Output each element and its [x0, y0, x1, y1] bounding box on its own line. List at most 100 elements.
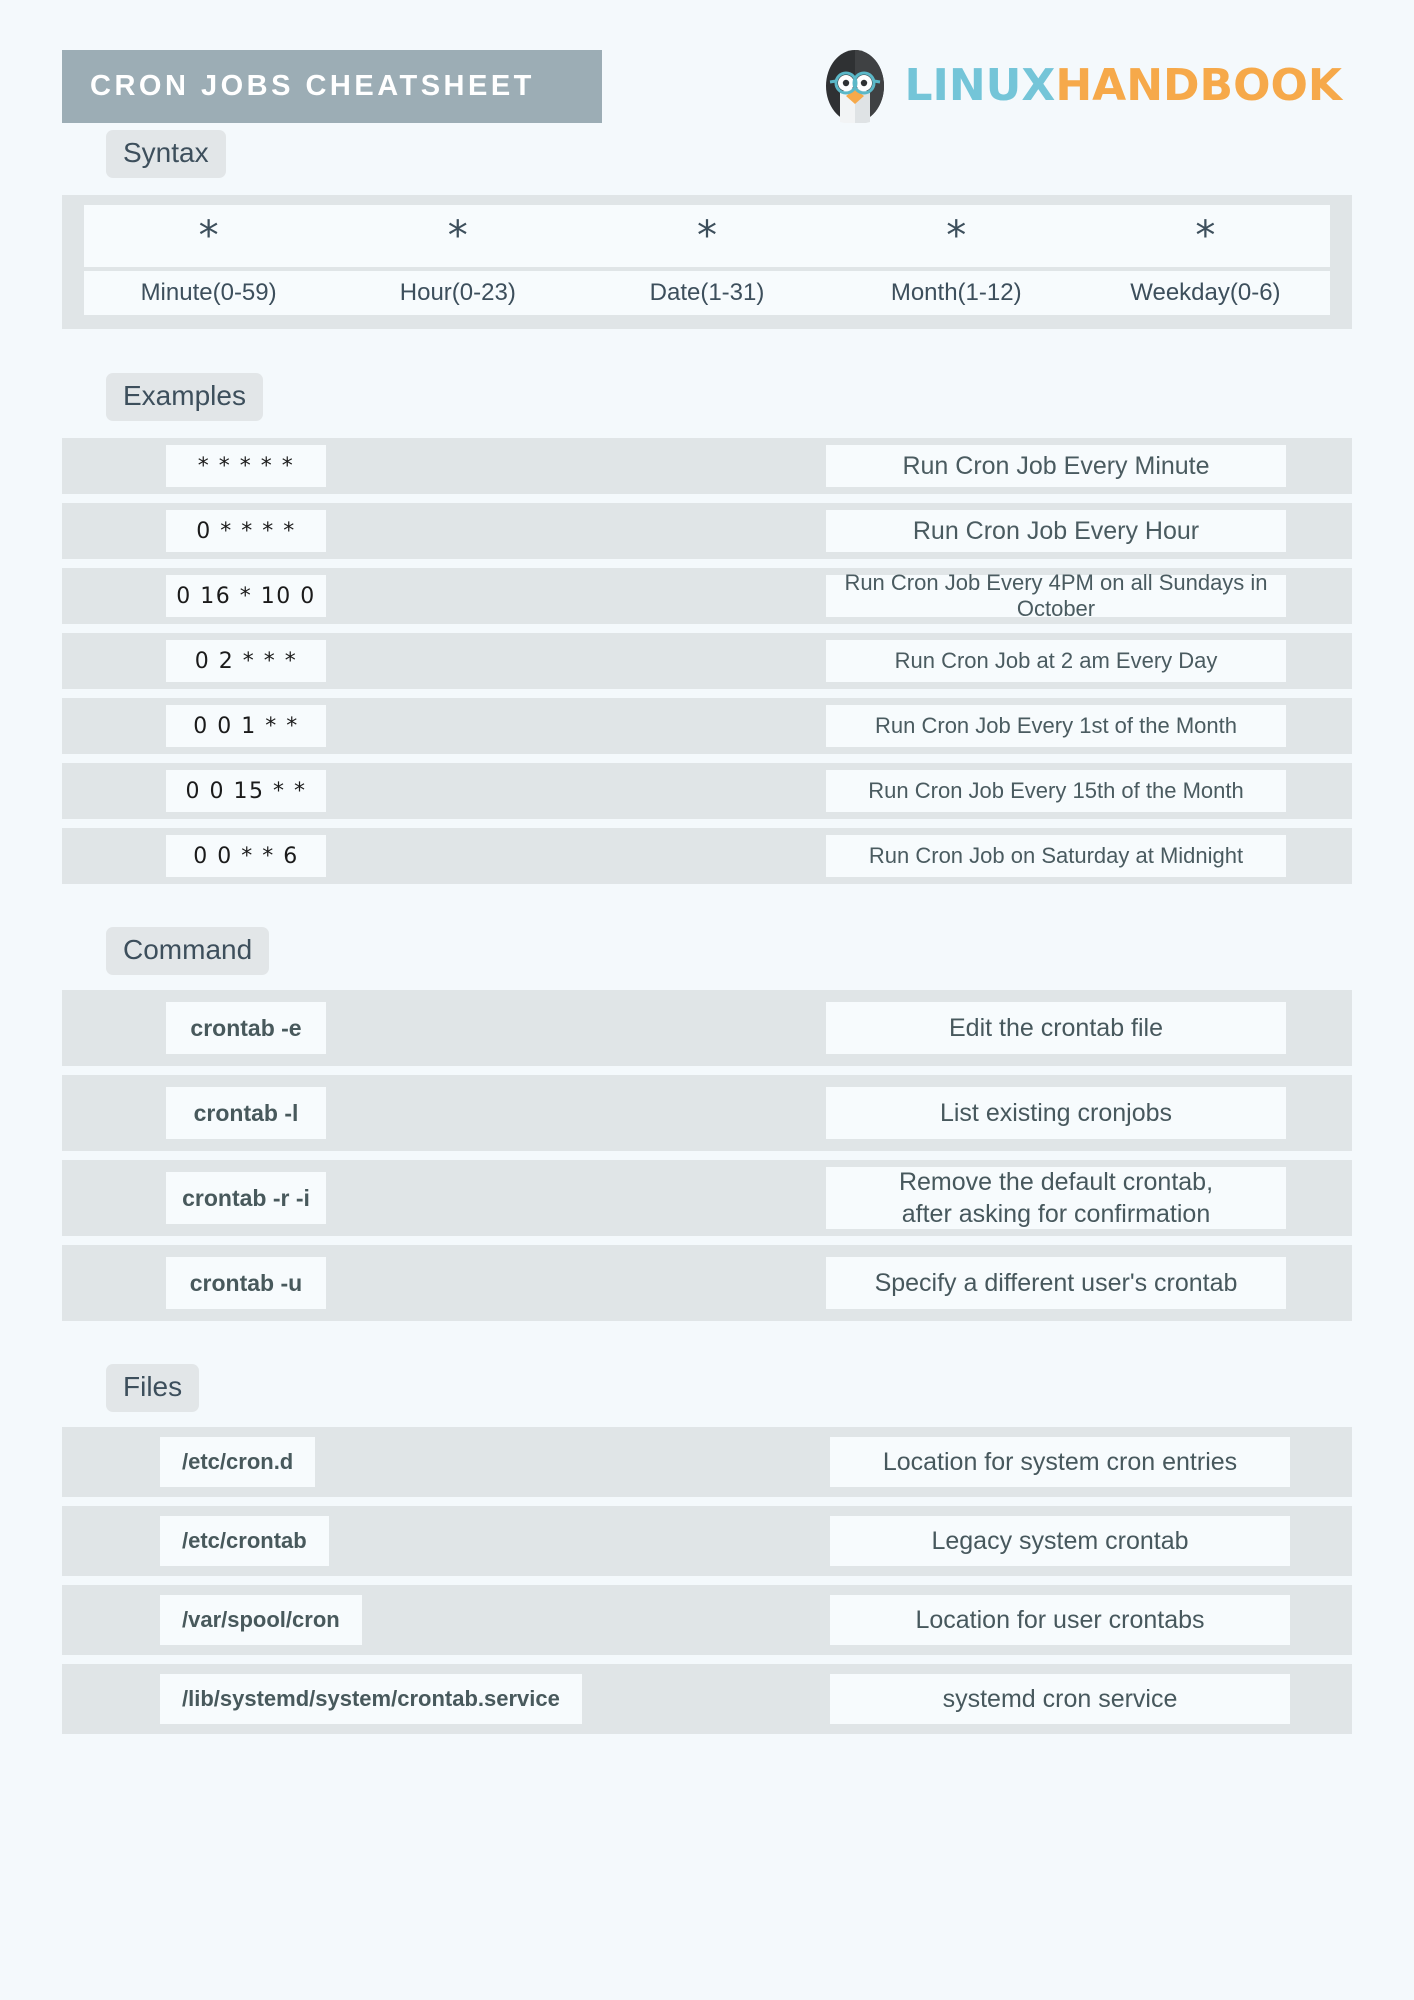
command-code: crontab -l	[193, 1099, 299, 1126]
section-label-command: Command	[106, 927, 270, 975]
table-row: /var/spool/cron Location for user crontab…	[62, 1585, 1352, 1655]
syntax-field-label-3: Month(1-12)	[832, 279, 1081, 307]
brand-linux-text: LINUX	[904, 60, 1056, 111]
command-code: crontab -e	[190, 1014, 302, 1041]
command-code-cell: crontab -l	[166, 1087, 326, 1139]
asterisk-icon: *	[697, 213, 717, 259]
syntax-label-text: Month(1-12)	[890, 279, 1022, 306]
example-code: 0 0 * * 6	[193, 843, 299, 869]
table-row: /etc/crontab Legacy system crontab	[62, 1506, 1352, 1576]
file-description-cell: Location for user crontabs	[830, 1595, 1290, 1645]
example-code-cell: 0 0 15 * *	[166, 770, 326, 812]
cheatsheet-page: CRON JOBS CHEATSHEET LINUXHANDBOOK Synta…	[0, 0, 1414, 2000]
command-description-cell: Edit the crontab file	[826, 1002, 1286, 1054]
command-code-cell: crontab -e	[166, 1002, 326, 1054]
asterisk-icon: *	[198, 213, 219, 259]
section-label-files: Files	[106, 1364, 200, 1412]
table-row: * * * * * Run Cron Job Every Minute	[62, 438, 1352, 494]
syntax-star-2: *	[582, 216, 831, 256]
syntax-label-text: Hour(0-23)	[399, 279, 516, 306]
examples-table: * * * * * Run Cron Job Every Minute 0 * * …	[62, 438, 1352, 884]
syntax-star-0: *	[84, 216, 333, 256]
syntax-labels-row: Minute(0-59) Hour(0-23) Date(1-31) Month(1-…	[84, 271, 1330, 315]
syntax-label-text: Minute(0-59)	[140, 279, 277, 306]
file-description: Legacy system crontab	[931, 1526, 1189, 1555]
syntax-field-label-2: Date(1-31)	[582, 279, 831, 307]
example-code: 0 2 * * *	[194, 648, 298, 674]
example-description-cell: Run Cron Job on Saturday at Midnight	[826, 835, 1286, 877]
example-description-cell: Run Cron Job Every 1st of the Month	[826, 705, 1286, 747]
syntax-star-3: *	[832, 216, 1081, 256]
brand-wordmark: LINUXHANDBOOK	[904, 64, 1342, 108]
command-code-cell: crontab -u	[166, 1257, 326, 1309]
example-code: 0 16 * 10 0	[176, 583, 316, 609]
example-description: Run Cron Job Every Minute	[902, 451, 1210, 480]
example-code: * * * * *	[197, 453, 295, 479]
syntax-field-label-0: Minute(0-59)	[84, 279, 333, 307]
command-description-cell: Specify a different user's crontab	[826, 1257, 1286, 1309]
file-path: /etc/crontab	[182, 1528, 307, 1553]
syntax-label-text: Weekday(0-6)	[1130, 279, 1281, 306]
example-code-cell: * * * * *	[166, 445, 326, 487]
command-description: Specify a different user's crontab	[874, 1268, 1238, 1297]
command-description-cell: Remove the default crontab, after asking …	[826, 1167, 1286, 1229]
table-row: crontab -u Specify a different user's cro…	[62, 1245, 1352, 1321]
page-header: CRON JOBS CHEATSHEET LINUXHANDBOOK	[0, 0, 1414, 130]
file-description-cell: Location for system cron entries	[830, 1437, 1290, 1487]
example-description: Run Cron Job at 2 am Every Day	[894, 648, 1218, 673]
file-description: systemd cron service	[942, 1684, 1178, 1713]
command-description: List existing cronjobs	[939, 1098, 1173, 1127]
file-description-cell: Legacy system crontab	[830, 1516, 1290, 1566]
file-path-cell: /etc/cron.d	[160, 1437, 316, 1487]
example-code-cell: 0 16 * 10 0	[166, 575, 326, 617]
table-row: /lib/systemd/system/crontab.service syste…	[62, 1664, 1352, 1734]
example-description: Run Cron Job Every 15th of the Month	[868, 778, 1244, 803]
table-row: 0 * * * * Run Cron Job Every Hour	[62, 503, 1352, 559]
brand-logo-group: LINUXHANDBOOK	[822, 49, 1364, 124]
file-description-cell: systemd cron service	[830, 1674, 1290, 1724]
example-description-cell: Run Cron Job Every Minute	[826, 445, 1286, 487]
table-row: 0 0 1 * * Run Cron Job Every 1st of the M…	[62, 698, 1352, 754]
file-description: Location for system cron entries	[882, 1447, 1238, 1476]
asterisk-icon: *	[1195, 213, 1216, 259]
asterisk-icon: *	[447, 213, 468, 259]
command-description: Edit the crontab file	[948, 1013, 1163, 1042]
table-row: crontab -l List existing cronjobs	[62, 1075, 1352, 1151]
table-row: 0 0 15 * * Run Cron Job Every 15th of the…	[62, 763, 1352, 819]
command-code: crontab -u	[189, 1269, 303, 1296]
command-table: crontab -e Edit the crontab file crontab -…	[62, 990, 1352, 1321]
section-label-syntax: Syntax	[106, 130, 226, 178]
syntax-star-4: *	[1081, 216, 1330, 256]
table-row: 0 16 * 10 0 Run Cron Job Every 4PM on all…	[62, 568, 1352, 624]
syntax-label-text: Date(1-31)	[649, 279, 765, 306]
example-code: 0 * * * *	[196, 518, 296, 544]
file-path-cell: /lib/systemd/system/crontab.service	[160, 1674, 582, 1724]
asterisk-icon: *	[946, 213, 967, 259]
command-description-cell: List existing cronjobs	[826, 1087, 1286, 1139]
example-code: 0 0 1 * *	[193, 713, 299, 739]
section-label-examples: Examples	[106, 373, 263, 421]
file-path-cell: /var/spool/cron	[160, 1595, 362, 1645]
example-description: Run Cron Job Every Hour	[912, 516, 1200, 545]
syntax-field-label-4: Weekday(0-6)	[1081, 279, 1330, 307]
files-table: /etc/cron.d Location for system cron entr…	[62, 1427, 1352, 1734]
command-code: crontab -r -i	[182, 1184, 310, 1211]
example-description: Run Cron Job Every 1st of the Month	[875, 713, 1237, 738]
page-title: CRON JOBS CHEATSHEET	[62, 49, 602, 123]
syntax-table: * * * * * Minute(0-59) Hour(0-23) Date(1-31) Mo…	[62, 195, 1352, 329]
example-code: 0 0 15 * *	[185, 778, 307, 804]
table-row: crontab -r -i Remove the default crontab,…	[62, 1160, 1352, 1236]
file-path: /var/spool/cron	[182, 1607, 340, 1632]
command-description: Remove the default crontab,	[898, 1167, 1214, 1196]
file-path: /etc/cron.d	[182, 1449, 294, 1474]
brand-handbook-text: HANDBOOK	[1055, 60, 1342, 111]
example-description-cell: Run Cron Job Every Hour	[826, 510, 1286, 552]
file-description: Location for user crontabs	[915, 1605, 1205, 1634]
command-description-line2: after asking for confirmation	[901, 1200, 1211, 1228]
example-code-cell: 0 0 * * 6	[166, 835, 326, 877]
syntax-star-1: *	[333, 216, 582, 256]
command-code-cell: crontab -r -i	[166, 1172, 326, 1224]
example-code-cell: 0 2 * * *	[166, 640, 326, 682]
table-row: /etc/cron.d Location for system cron entr…	[62, 1427, 1352, 1497]
table-row: 0 2 * * * Run Cron Job at 2 am Every Day	[62, 633, 1352, 689]
